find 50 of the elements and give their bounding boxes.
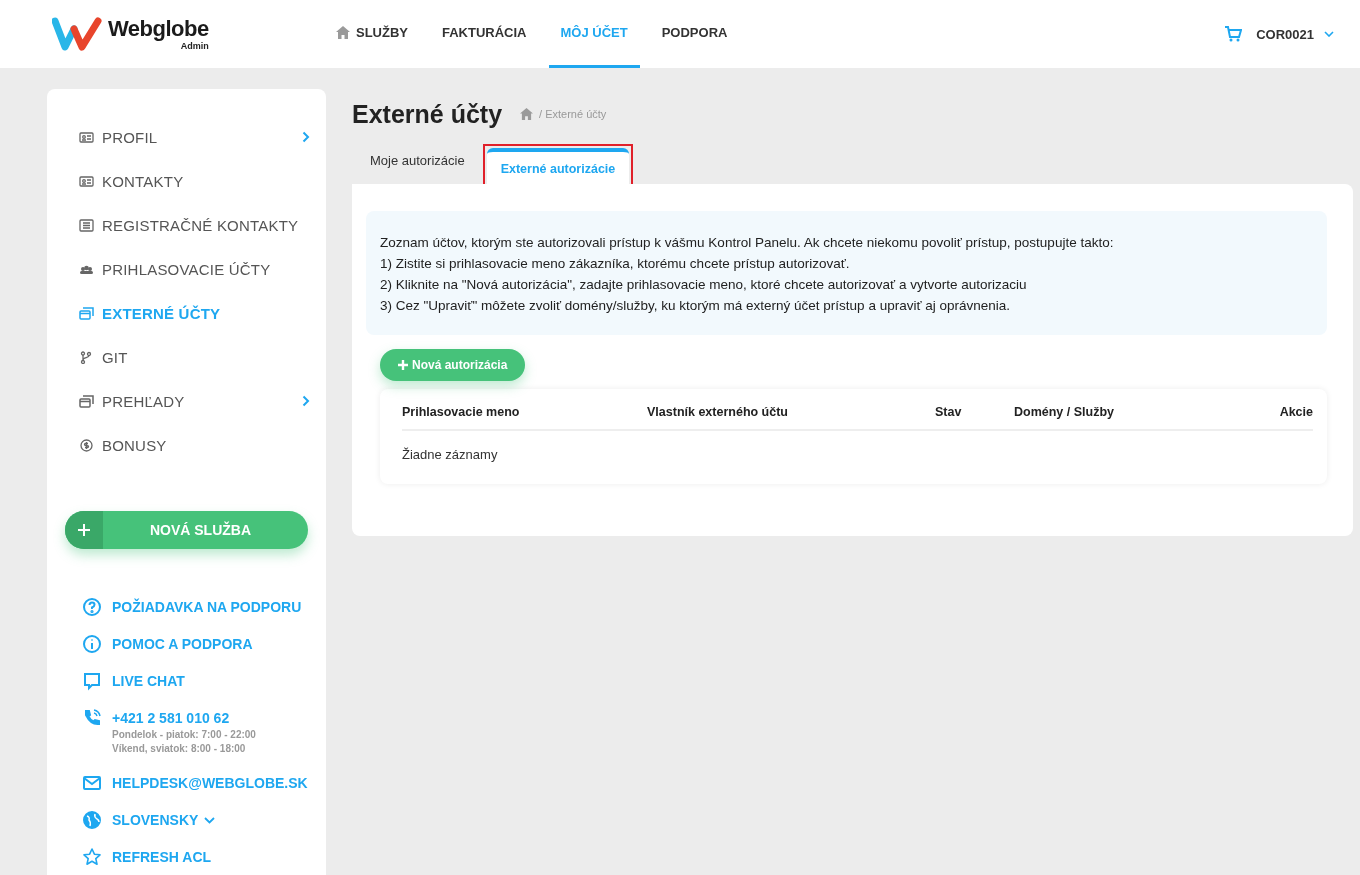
- hours-text: Víkend, sviatok: 8:00 - 18:00: [112, 742, 247, 756]
- info-text: 1) Zistite si prihlasovacie meno zákazníka, ktorému chcete prístup autorizovať.: [380, 255, 851, 273]
- chat-icon: [82, 671, 102, 691]
- sidebar-item[interactable]: PREHĽADY: [47, 379, 326, 423]
- home-icon: [336, 26, 350, 39]
- tab[interactable]: Moje autorizácie: [362, 139, 473, 180]
- branch-icon: [79, 350, 94, 364]
- coin-icon: [79, 438, 94, 452]
- info-text: 3) Cez "Upraviť" môžete zvoliť domény/služby, ku ktorým má externý účet prístup a upraviť aj oprávnenia.: [380, 297, 1012, 315]
- info-icon: [82, 634, 102, 654]
- column-header: Prihlasovacie meno: [402, 405, 521, 419]
- logo-icon: [52, 17, 104, 51]
- home-icon[interactable]: [520, 108, 534, 120]
- info-text: 2) Kliknite na "Nová autorizácia", zadajte prihlasovacie meno, ktoré chcete autorizovať a vytvorte autorizaciu: [380, 276, 1028, 294]
- nav-tab[interactable]: FAKTURÁCIA: [430, 0, 539, 68]
- hours-text: Pondelok - piatok: 7:00 - 22:00: [112, 728, 256, 742]
- star-icon: [82, 847, 102, 867]
- sidebar-item[interactable]: PRIHLASOVACIE ÚČTY: [47, 247, 326, 291]
- breadcrumb: / Externé účty: [539, 108, 607, 120]
- caret-icon: [1324, 31, 1334, 37]
- sidebar-item[interactable]: KONTAKTY: [47, 159, 326, 203]
- sidebar-item[interactable]: PROFIL: [47, 115, 326, 159]
- sidebar-item[interactable]: GIT: [47, 335, 326, 379]
- list-icon: [79, 218, 94, 232]
- column-header: Domény / Služby: [1014, 405, 1116, 419]
- windows-icon: [79, 394, 94, 408]
- windows-icon: [79, 306, 94, 320]
- plus-icon: [77, 523, 91, 537]
- globe-icon: [82, 810, 102, 830]
- account-menu[interactable]: COR0021: [1256, 26, 1334, 42]
- phone-icon: [82, 708, 102, 728]
- sidebar-item[interactable]: BONUSY: [47, 423, 326, 467]
- plus-icon: [398, 360, 408, 370]
- mail-icon: [82, 773, 102, 793]
- nav-tab[interactable]: SLUŽBY: [324, 0, 420, 68]
- info-text: Zoznam účtov, ktorým ste autorizovali prístup k vášmu Kontrol Panelu. Ak chcete niekomu povoliť prístup, postupujte takto:: [380, 234, 1115, 252]
- logo-text: Webglobe: [108, 17, 209, 41]
- cart-icon[interactable]: [1224, 26, 1243, 42]
- id-card-icon: [79, 130, 94, 144]
- empty-message: Žiadne záznamy: [402, 446, 499, 462]
- column-header: Akcie: [1279, 405, 1313, 419]
- logo-subtitle: Admin: [180, 41, 209, 51]
- caret-icon: [204, 816, 216, 824]
- page-title: Externé účty: [352, 99, 503, 129]
- question-icon: [82, 597, 102, 617]
- column-header: Stav: [935, 405, 963, 419]
- column-header: Vlastník externého účtu: [647, 405, 789, 419]
- id-card-icon: [79, 174, 94, 188]
- sidebar-item[interactable]: REGISTRAČNÉ KONTAKTY: [47, 203, 326, 247]
- nav-tab[interactable]: PODPORA: [649, 0, 740, 68]
